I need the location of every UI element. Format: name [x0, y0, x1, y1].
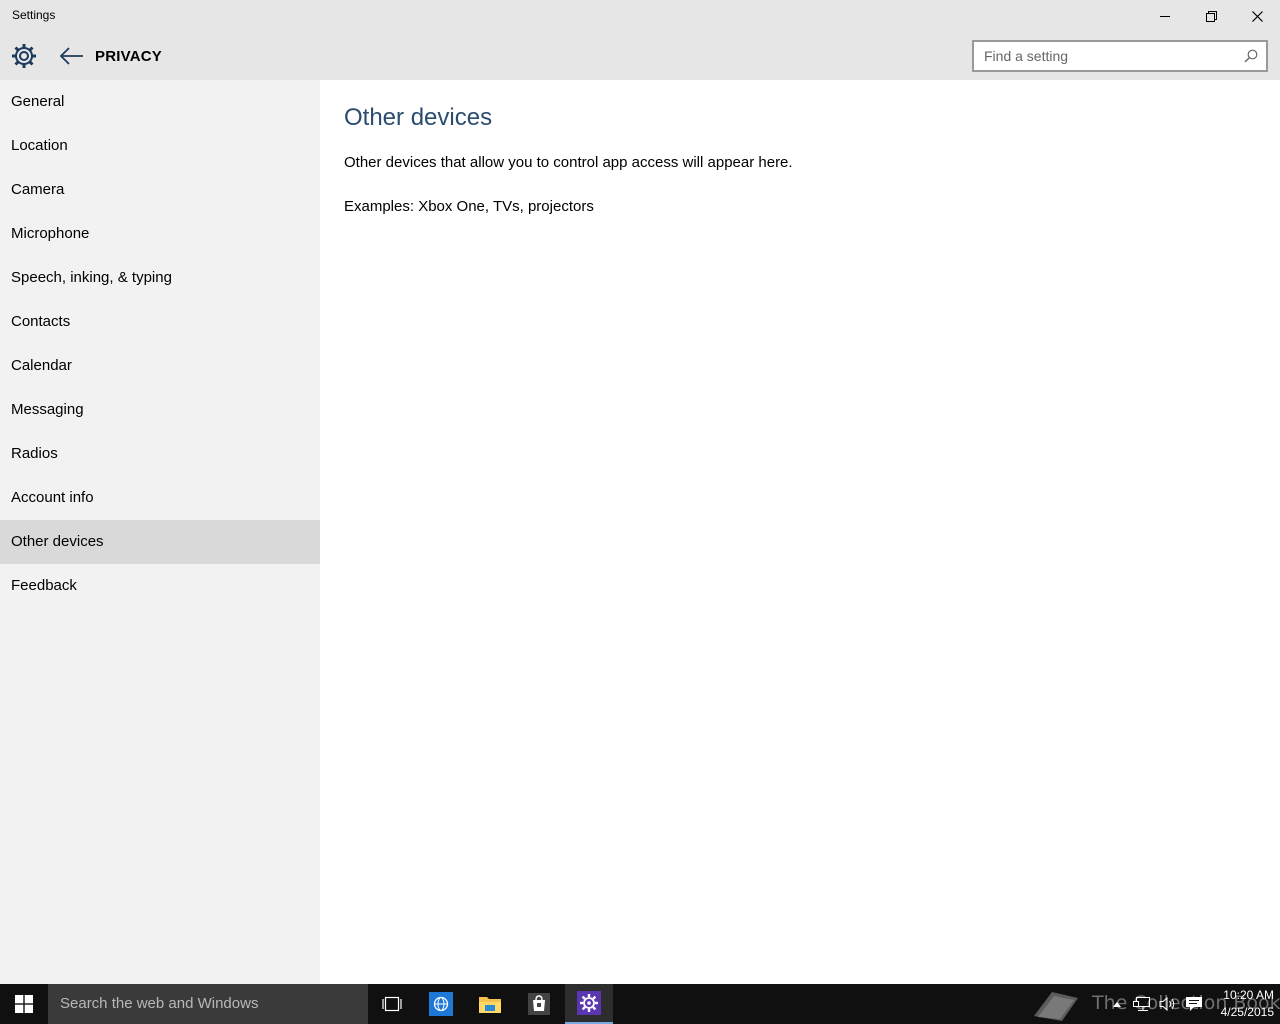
close-button[interactable] [1234, 0, 1280, 32]
sidebar-item-general[interactable]: General [0, 80, 320, 124]
find-setting-input[interactable] [974, 42, 1234, 70]
sidebar-item-microphone[interactable]: Microphone [0, 212, 320, 256]
find-setting-box[interactable] [972, 40, 1268, 72]
store-icon [528, 993, 550, 1015]
taskbar-search-placeholder: Search the web and Windows [60, 995, 259, 1012]
store-button[interactable] [515, 984, 563, 1024]
sidebar-item-messaging[interactable]: Messaging [0, 388, 320, 432]
sidebar-item-speech-inking-typing[interactable]: Speech, inking, & typing [0, 256, 320, 300]
volume-button[interactable] [1156, 984, 1180, 1024]
page-section-title: PRIVACY [95, 48, 162, 65]
network-icon [1133, 997, 1150, 1011]
minimize-icon [1160, 16, 1170, 17]
windows-logo-icon [15, 995, 33, 1013]
settings-icon [577, 991, 601, 1015]
taskbar-clock[interactable]: 10:20 AM 4/25/2015 [1208, 987, 1274, 1021]
window-title: Settings [12, 8, 56, 22]
book-logo-icon [1034, 992, 1078, 1021]
minimize-button[interactable] [1142, 0, 1188, 32]
taskbar-search-box[interactable]: Search the web and Windows [48, 984, 368, 1024]
network-button[interactable] [1130, 984, 1154, 1024]
close-icon [1251, 10, 1263, 22]
volume-icon [1159, 996, 1175, 1012]
sidebar-item-calendar[interactable]: Calendar [0, 344, 320, 388]
sidebar-item-camera[interactable]: Camera [0, 168, 320, 212]
search-icon[interactable] [1244, 49, 1258, 63]
sidebar-item-feedback[interactable]: Feedback [0, 564, 320, 608]
sidebar-item-account-info[interactable]: Account info [0, 476, 320, 520]
sidebar-item-location[interactable]: Location [0, 124, 320, 168]
sidebar-item-contacts[interactable]: Contacts [0, 300, 320, 344]
file-explorer-button[interactable] [466, 984, 514, 1024]
restore-button[interactable] [1188, 0, 1234, 32]
restore-icon [1205, 10, 1217, 22]
gear-icon [12, 44, 36, 68]
notification-icon [1186, 997, 1202, 1011]
clock-date: 4/25/2015 [1220, 1005, 1274, 1019]
task-view-button[interactable] [368, 984, 416, 1024]
sidebar-item-other-devices[interactable]: Other devices [0, 520, 320, 564]
file-explorer-icon [479, 997, 501, 1013]
clock-time: 10:20 AM [1223, 988, 1274, 1002]
settings-taskbar-button[interactable] [565, 984, 613, 1024]
internet-explorer-button[interactable] [417, 984, 465, 1024]
chevron-up-icon [1113, 1002, 1121, 1007]
action-center-button[interactable] [1182, 984, 1206, 1024]
back-arrow-icon[interactable] [58, 44, 86, 68]
page-description: Other devices that allow you to control … [344, 154, 793, 171]
show-hidden-icons-button[interactable] [1108, 984, 1126, 1024]
title-bar: Settings [0, 0, 1280, 32]
page-title: Other devices [344, 104, 493, 131]
examples-text: Examples: Xbox One, TVs, projectors [344, 198, 594, 215]
task-view-icon [382, 996, 402, 1012]
internet-explorer-icon [429, 992, 453, 1016]
taskbar: Search the web and Windows The Collectio… [0, 984, 1280, 1024]
sidebar-item-radios[interactable]: Radios [0, 432, 320, 476]
main-content: Other devices Other devices that allow y… [320, 80, 1280, 984]
start-button[interactable] [0, 984, 48, 1024]
settings-header: PRIVACY [0, 32, 1280, 80]
sidebar: General Location Camera Microphone Speec… [0, 80, 320, 984]
